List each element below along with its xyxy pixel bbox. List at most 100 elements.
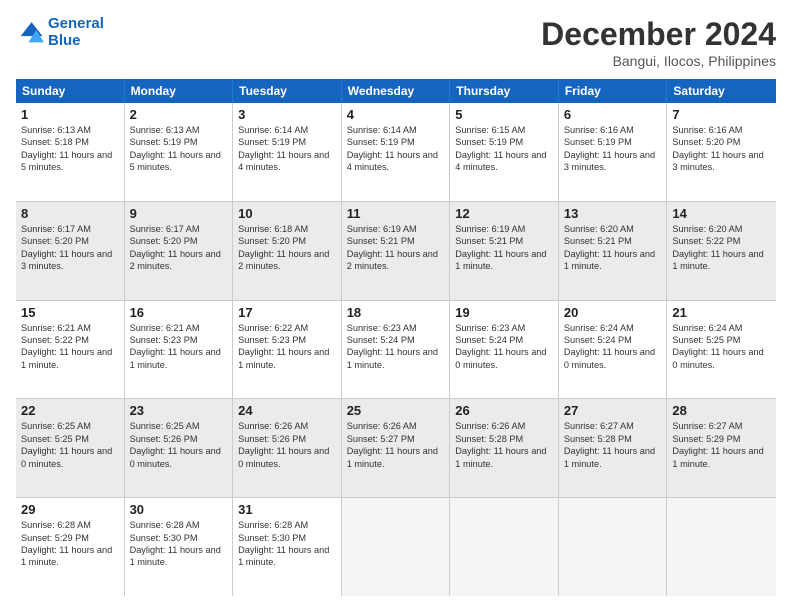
sunrise: Sunrise: 6:26 AM [238, 420, 336, 432]
sunrise: Sunrise: 6:24 AM [672, 322, 771, 334]
day-number: 4 [347, 107, 445, 122]
sunrise: Sunrise: 6:17 AM [21, 223, 119, 235]
sunrise: Sunrise: 6:16 AM [564, 124, 662, 136]
calendar-cell: 14 Sunrise: 6:20 AM Sunset: 5:22 PM Dayl… [667, 202, 776, 300]
calendar-cell: 17 Sunrise: 6:22 AM Sunset: 5:23 PM Dayl… [233, 301, 342, 399]
logo-text: General Blue [48, 16, 104, 49]
sunset: Sunset: 5:25 PM [21, 433, 119, 445]
calendar-header-cell: Friday [559, 79, 668, 103]
daylight: Daylight: 11 hours and 0 minutes. [130, 445, 228, 470]
sunset: Sunset: 5:20 PM [238, 235, 336, 247]
sunrise: Sunrise: 6:27 AM [564, 420, 662, 432]
daylight: Daylight: 11 hours and 4 minutes. [455, 149, 553, 174]
day-number: 18 [347, 305, 445, 320]
sunset: Sunset: 5:22 PM [21, 334, 119, 346]
sunrise: Sunrise: 6:28 AM [21, 519, 119, 531]
page: General Blue December 2024 Bangui, Iloco… [0, 0, 792, 612]
daylight: Daylight: 11 hours and 3 minutes. [21, 248, 119, 273]
day-number: 5 [455, 107, 553, 122]
day-number: 27 [564, 403, 662, 418]
day-number: 12 [455, 206, 553, 221]
sunrise: Sunrise: 6:26 AM [455, 420, 553, 432]
daylight: Daylight: 11 hours and 1 minute. [21, 544, 119, 569]
daylight: Daylight: 11 hours and 1 minute. [238, 544, 336, 569]
sunset: Sunset: 5:18 PM [21, 136, 119, 148]
daylight: Daylight: 11 hours and 0 minutes. [21, 445, 119, 470]
calendar-cell: 31 Sunrise: 6:28 AM Sunset: 5:30 PM Dayl… [233, 498, 342, 596]
sunrise: Sunrise: 6:19 AM [347, 223, 445, 235]
sunset: Sunset: 5:29 PM [672, 433, 771, 445]
calendar-cell: 5 Sunrise: 6:15 AM Sunset: 5:19 PM Dayli… [450, 103, 559, 201]
sunset: Sunset: 5:24 PM [564, 334, 662, 346]
calendar-cell: 27 Sunrise: 6:27 AM Sunset: 5:28 PM Dayl… [559, 399, 668, 497]
sunrise: Sunrise: 6:26 AM [347, 420, 445, 432]
sunrise: Sunrise: 6:28 AM [238, 519, 336, 531]
calendar-cell: 18 Sunrise: 6:23 AM Sunset: 5:24 PM Dayl… [342, 301, 451, 399]
calendar-cell [342, 498, 451, 596]
calendar-cell: 13 Sunrise: 6:20 AM Sunset: 5:21 PM Dayl… [559, 202, 668, 300]
sunset: Sunset: 5:28 PM [455, 433, 553, 445]
sunset: Sunset: 5:23 PM [130, 334, 228, 346]
calendar-cell: 2 Sunrise: 6:13 AM Sunset: 5:19 PM Dayli… [125, 103, 234, 201]
sunset: Sunset: 5:19 PM [564, 136, 662, 148]
calendar-week: 22 Sunrise: 6:25 AM Sunset: 5:25 PM Dayl… [16, 399, 776, 498]
day-number: 17 [238, 305, 336, 320]
calendar-cell: 3 Sunrise: 6:14 AM Sunset: 5:19 PM Dayli… [233, 103, 342, 201]
day-number: 31 [238, 502, 336, 517]
calendar-cell: 1 Sunrise: 6:13 AM Sunset: 5:18 PM Dayli… [16, 103, 125, 201]
day-number: 23 [130, 403, 228, 418]
sunrise: Sunrise: 6:25 AM [130, 420, 228, 432]
calendar-cell: 8 Sunrise: 6:17 AM Sunset: 5:20 PM Dayli… [16, 202, 125, 300]
sunrise: Sunrise: 6:20 AM [564, 223, 662, 235]
sunrise: Sunrise: 6:20 AM [672, 223, 771, 235]
sunrise: Sunrise: 6:13 AM [130, 124, 228, 136]
title-block: December 2024 Bangui, Ilocos, Philippine… [541, 16, 776, 69]
daylight: Daylight: 11 hours and 1 minute. [238, 346, 336, 371]
sunset: Sunset: 5:20 PM [21, 235, 119, 247]
calendar-week: 29 Sunrise: 6:28 AM Sunset: 5:29 PM Dayl… [16, 498, 776, 596]
sunset: Sunset: 5:19 PM [238, 136, 336, 148]
day-number: 2 [130, 107, 228, 122]
calendar-cell: 9 Sunrise: 6:17 AM Sunset: 5:20 PM Dayli… [125, 202, 234, 300]
daylight: Daylight: 11 hours and 1 minute. [130, 544, 228, 569]
calendar-cell: 7 Sunrise: 6:16 AM Sunset: 5:20 PM Dayli… [667, 103, 776, 201]
calendar-cell: 15 Sunrise: 6:21 AM Sunset: 5:22 PM Dayl… [16, 301, 125, 399]
daylight: Daylight: 11 hours and 1 minute. [672, 248, 771, 273]
calendar-cell: 10 Sunrise: 6:18 AM Sunset: 5:20 PM Dayl… [233, 202, 342, 300]
sunrise: Sunrise: 6:14 AM [347, 124, 445, 136]
sunset: Sunset: 5:22 PM [672, 235, 771, 247]
sunset: Sunset: 5:25 PM [672, 334, 771, 346]
sunset: Sunset: 5:20 PM [130, 235, 228, 247]
calendar: SundayMondayTuesdayWednesdayThursdayFrid… [16, 79, 776, 596]
sunset: Sunset: 5:20 PM [672, 136, 771, 148]
calendar-cell [667, 498, 776, 596]
day-number: 20 [564, 305, 662, 320]
calendar-week: 1 Sunrise: 6:13 AM Sunset: 5:18 PM Dayli… [16, 103, 776, 202]
sunrise: Sunrise: 6:24 AM [564, 322, 662, 334]
calendar-cell: 11 Sunrise: 6:19 AM Sunset: 5:21 PM Dayl… [342, 202, 451, 300]
daylight: Daylight: 11 hours and 0 minutes. [564, 346, 662, 371]
calendar-header-cell: Thursday [450, 79, 559, 103]
sunset: Sunset: 5:29 PM [21, 532, 119, 544]
sunset: Sunset: 5:30 PM [238, 532, 336, 544]
day-number: 28 [672, 403, 771, 418]
daylight: Daylight: 11 hours and 4 minutes. [238, 149, 336, 174]
sunrise: Sunrise: 6:18 AM [238, 223, 336, 235]
sunset: Sunset: 5:27 PM [347, 433, 445, 445]
sunrise: Sunrise: 6:19 AM [455, 223, 553, 235]
calendar-cell: 21 Sunrise: 6:24 AM Sunset: 5:25 PM Dayl… [667, 301, 776, 399]
logo-line2: Blue [48, 32, 81, 49]
calendar-cell [559, 498, 668, 596]
calendar-cell: 4 Sunrise: 6:14 AM Sunset: 5:19 PM Dayli… [342, 103, 451, 201]
sunset: Sunset: 5:21 PM [455, 235, 553, 247]
daylight: Daylight: 11 hours and 1 minute. [455, 445, 553, 470]
calendar-week: 15 Sunrise: 6:21 AM Sunset: 5:22 PM Dayl… [16, 301, 776, 400]
daylight: Daylight: 11 hours and 3 minutes. [564, 149, 662, 174]
sunset: Sunset: 5:23 PM [238, 334, 336, 346]
calendar-cell: 24 Sunrise: 6:26 AM Sunset: 5:26 PM Dayl… [233, 399, 342, 497]
sunrise: Sunrise: 6:14 AM [238, 124, 336, 136]
daylight: Daylight: 11 hours and 2 minutes. [347, 248, 445, 273]
day-number: 6 [564, 107, 662, 122]
day-number: 8 [21, 206, 119, 221]
daylight: Daylight: 11 hours and 1 minute. [672, 445, 771, 470]
